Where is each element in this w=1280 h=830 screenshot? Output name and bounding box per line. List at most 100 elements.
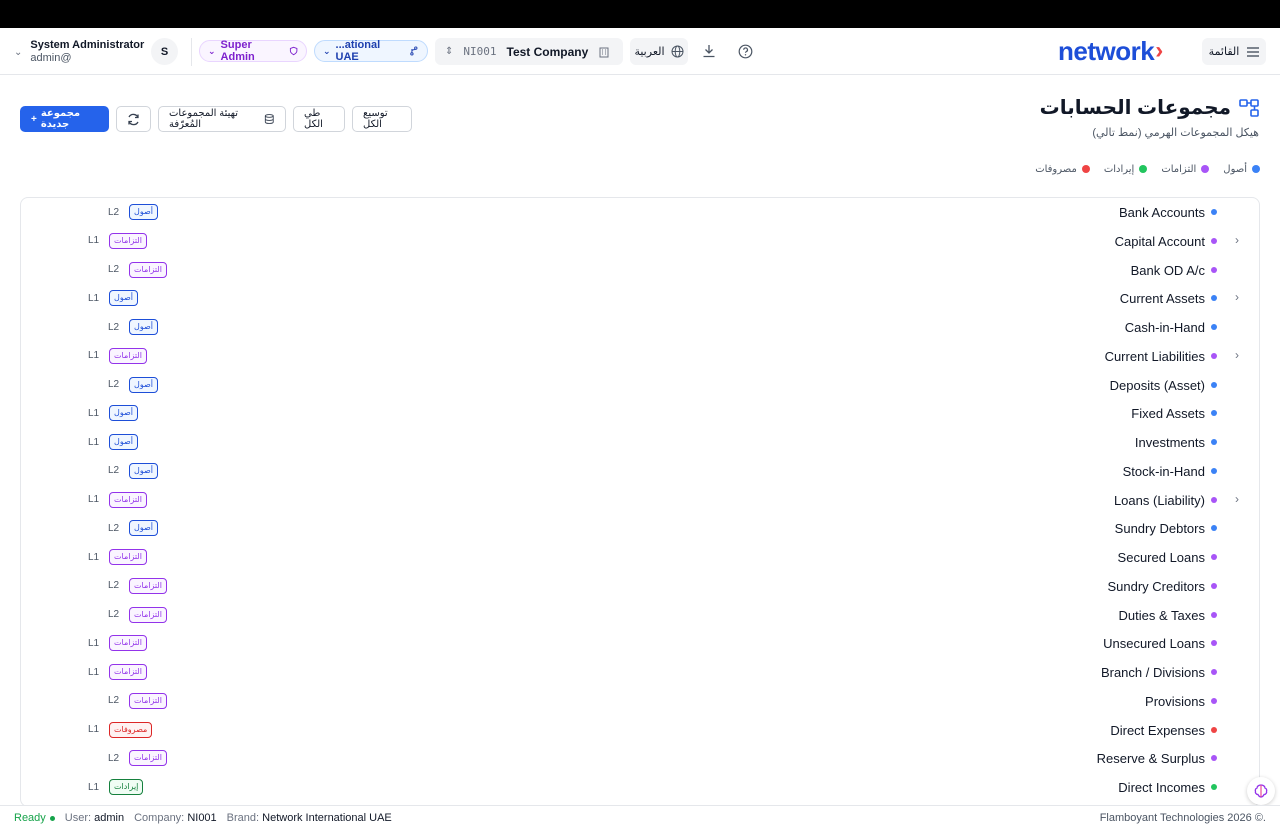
type-badge: التزامات: [109, 347, 147, 364]
user-name: System Administrator: [30, 39, 145, 51]
group-name: Fixed Assets: [1131, 406, 1205, 422]
tree-row[interactable]: Stock-in-Hand L2 أصول: [21, 457, 1259, 486]
group-meta: L1 إيرادات: [88, 779, 144, 795]
avatar[interactable]: S: [151, 38, 178, 65]
tree-row[interactable]: Cash-in-Hand L2 أصول: [21, 313, 1259, 342]
group-meta: L1 أصول: [88, 290, 138, 307]
page-title: مجموعات الحسابات: [1039, 97, 1231, 119]
expand-all-button[interactable]: توسيع الكل: [352, 106, 412, 132]
legend: أصول التزامات إيرادات مصروفات: [1035, 162, 1260, 176]
level-label: L1: [88, 407, 100, 419]
type-badge: التزامات: [129, 606, 167, 623]
chevron-right-icon[interactable]: ›: [1235, 348, 1239, 362]
level-label: L1: [88, 494, 100, 505]
group-name: Cash-in-Hand: [1124, 320, 1205, 335]
type-dot: [1211, 209, 1217, 215]
type-badge: التزامات: [129, 750, 167, 767]
level-label: L2: [108, 465, 120, 477]
chevron-right-icon[interactable]: ›: [1235, 290, 1239, 304]
legend-item: إيرادات: [1104, 162, 1148, 176]
type-dot: [1211, 784, 1217, 790]
type-dot: [1211, 467, 1217, 474]
new-group-button[interactable]: + مجموعة جديدة: [20, 106, 109, 132]
status-ready: Ready: [14, 812, 55, 824]
brain-icon: [1254, 784, 1268, 798]
role-selector[interactable]: ⌄ Super Admin: [199, 39, 307, 63]
level-label: L2: [108, 609, 120, 620]
tree-row[interactable]: Sundry Debtors L2 أصول: [21, 514, 1259, 543]
type-badge: أصول: [129, 520, 158, 537]
group-name: Sundry Debtors: [1114, 521, 1205, 537]
group-name: Current Assets: [1119, 291, 1205, 307]
level-label: L1: [88, 551, 100, 563]
type-badge: أصول: [129, 204, 158, 220]
user-email: admin@: [30, 52, 72, 64]
level-label: L2: [108, 522, 120, 534]
group-name: Duties & Taxes: [1118, 607, 1205, 623]
tree-row[interactable]: Direct Incomes L1 إيرادات: [21, 773, 1259, 802]
download-icon[interactable]: [698, 40, 720, 62]
type-badge: التزامات: [109, 232, 147, 249]
refresh-button[interactable]: [116, 106, 151, 132]
tree-row[interactable]: Deposits (Asset) L2 أصول: [21, 371, 1259, 400]
group-name: Investments: [1134, 435, 1205, 450]
tree-row[interactable]: Reserve & Surplus L2 التزامات: [21, 744, 1259, 773]
tree-row[interactable]: › Capital Account L1 التزامات: [21, 227, 1259, 256]
type-dot: [1211, 669, 1217, 675]
building-icon: [599, 47, 609, 57]
group-meta: L1 أصول: [88, 434, 138, 450]
menu-button[interactable]: القائمة: [1202, 38, 1266, 65]
language-toggle[interactable]: العربية: [630, 38, 688, 65]
legend-dot: [1081, 165, 1090, 173]
tree-row[interactable]: Investments L1 أصول: [21, 428, 1259, 457]
type-badge: التزامات: [129, 261, 167, 278]
level-label: L1: [88, 436, 100, 448]
tree-row[interactable]: Bank OD A/c L2 التزامات: [21, 256, 1259, 285]
type-badge: التزامات: [129, 692, 167, 709]
company-code: NI001: [463, 45, 497, 58]
level-label: L2: [108, 752, 120, 764]
type-dot: [1211, 611, 1217, 618]
collapse-all-button[interactable]: طي الكل: [293, 106, 345, 132]
tree-row[interactable]: Fixed Assets L1 أصول: [21, 399, 1259, 428]
tree-row[interactable]: Sundry Creditors L2 التزامات: [21, 572, 1259, 601]
tree-row[interactable]: › Loans (Liability) L1 التزامات: [21, 486, 1259, 515]
type-badge: أصول: [109, 405, 138, 422]
chevron-down-icon: ⌄: [14, 46, 23, 58]
legend-item: مصروفات: [1035, 162, 1090, 176]
tree-row[interactable]: Branch / Divisions L1 التزامات: [21, 658, 1259, 687]
tree-row[interactable]: Provisions L2 التزامات: [21, 687, 1259, 716]
tree-row[interactable]: Bank Accounts L2 أصول: [21, 198, 1259, 227]
type-dot: [1211, 582, 1217, 589]
tree-row[interactable]: › Current Liabilities L1 التزامات: [21, 342, 1259, 371]
group-meta: L2 التزامات: [108, 750, 167, 767]
company-switcher[interactable]: ⇕ NI001 Test Company: [435, 38, 623, 65]
tree-row[interactable]: Secured Loans L1 التزامات: [21, 543, 1259, 572]
account-groups-tree: Bank Accounts L2 أصول › Capital Account L1 الت…: [20, 197, 1260, 807]
help-icon[interactable]: [734, 40, 756, 62]
tree-row[interactable]: › Current Assets L1 أصول: [21, 284, 1259, 313]
level-label: L2: [108, 321, 120, 333]
user-menu[interactable]: ⌄ System Administrator admin@: [14, 37, 144, 67]
seed-groups-button[interactable]: تهيئة المجموعات المُعرّفة: [158, 106, 286, 132]
type-badge: إيرادات: [109, 779, 144, 795]
level-label: L2: [108, 264, 120, 275]
group-meta: L2 أصول: [108, 462, 158, 479]
hamburger-icon: [1247, 46, 1260, 57]
role-label: Super Admin: [220, 39, 255, 63]
group-name: Loans (Liability): [1113, 492, 1205, 508]
branch-icon: [410, 46, 418, 56]
tree-row[interactable]: Direct Expenses L1 مصروفات: [21, 716, 1259, 745]
brand-selector[interactable]: ⌄ ...ational UAE: [314, 39, 428, 63]
type-dot: [1211, 525, 1217, 532]
chevron-right-icon[interactable]: ›: [1235, 492, 1239, 506]
network-logo: network ›: [1058, 35, 1163, 66]
tree-row[interactable]: Duties & Taxes L2 التزامات: [21, 601, 1259, 630]
ai-assistant-button[interactable]: [1247, 777, 1275, 805]
type-dot: [1211, 439, 1217, 445]
group-name: Branch / Divisions: [1100, 665, 1205, 680]
tree-row[interactable]: Unsecured Loans L1 التزامات: [21, 629, 1259, 658]
group-name: Deposits (Asset): [1109, 377, 1205, 393]
chevron-right-icon[interactable]: ›: [1235, 233, 1239, 247]
chevron-down-icon: ⌄: [323, 45, 331, 56]
